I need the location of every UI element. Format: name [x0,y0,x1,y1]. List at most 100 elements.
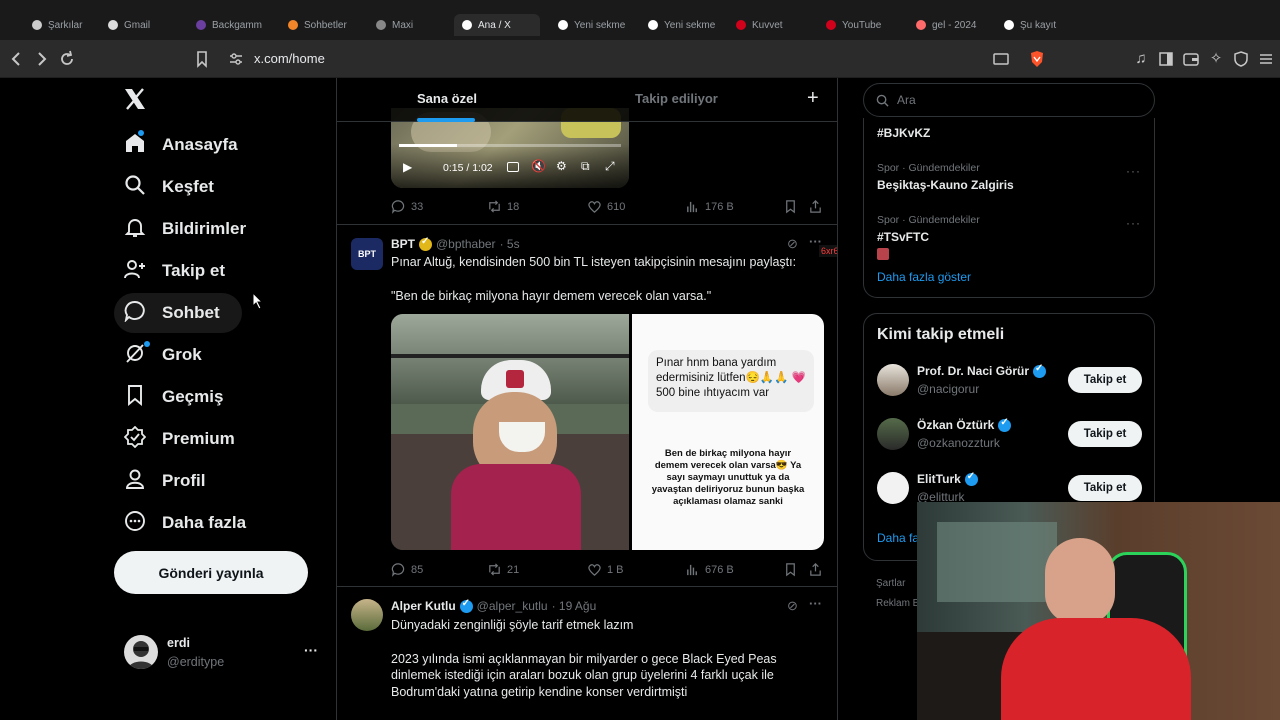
play-icon[interactable]: ▶ [403,160,412,174]
tweet-image[interactable]: Pınar hnm bana yardım edermisiniz lütfen… [632,314,824,550]
cast-icon[interactable] [991,49,1011,69]
tweet-author-handle[interactable]: @bpthaber [436,237,496,251]
bookmark-action[interactable] [783,562,798,577]
pip-icon[interactable]: ⧉ [581,159,590,174]
forward-icon[interactable] [31,49,51,69]
like-action[interactable]: 1 B [587,562,624,577]
reply-action[interactable]: 33 [391,199,423,214]
trend-name[interactable]: Beşiktaş-Kauno Zalgiris [877,178,1014,192]
address-bar[interactable]: x.com/home [254,51,325,66]
trend-more-icon[interactable]: ··· [1126,164,1141,178]
share-action[interactable] [808,199,823,214]
repost-icon [489,200,500,213]
nav-item-explore[interactable]: Keşfet [114,167,224,207]
follow-button[interactable]: Takip et [1068,367,1142,393]
browser-tab[interactable]: Backgamm [188,14,268,36]
leo-ai-icon[interactable]: ✧ [1206,49,1226,69]
tweet-more-icon[interactable]: ··· [809,596,822,611]
nav-item-grok[interactable]: Grok [114,335,212,375]
tweet-author-name[interactable]: BPT [391,237,415,251]
x-logo-icon[interactable] [122,86,148,112]
share-action[interactable] [808,562,823,577]
trend-name[interactable]: #BJKvKZ [877,126,930,140]
nav-item-bookmarks[interactable]: Geçmiş [114,377,233,417]
tab-for-you[interactable]: Sana özel [417,91,477,106]
tab-favicon-icon [196,20,206,30]
menu-icon[interactable] [1256,49,1276,69]
bookmark-page-icon[interactable] [192,49,212,69]
avatar[interactable] [877,418,909,450]
nav-item-more[interactable]: Daha fazla [114,503,256,543]
repost-action[interactable]: 21 [487,562,519,577]
user-name[interactable]: Prof. Dr. Naci Görür [917,364,1029,378]
reload-icon[interactable] [57,49,77,69]
vpn-icon[interactable] [1231,49,1251,69]
site-settings-icon[interactable] [226,49,246,69]
browser-tab-active[interactable]: Ana / X [454,14,540,36]
user-name[interactable]: Özkan Öztürk [917,418,994,432]
nav-item-premium[interactable]: Premium [114,419,245,459]
browser-tab[interactable]: YouTube [818,14,898,36]
music-icon[interactable]: ♫ [1131,49,1151,69]
follow-button[interactable]: Takip et [1068,421,1142,447]
fullscreen-icon[interactable]: ⤢ [605,159,615,174]
account-switcher[interactable]: erdi @erditype ··· [114,630,326,676]
bookmark-action[interactable] [783,199,798,214]
avatar[interactable] [877,364,909,396]
tweet-image[interactable] [391,314,629,550]
follow-button[interactable]: Takip et [1068,475,1142,501]
account-menu-icon[interactable]: ··· [304,642,318,658]
tweet-author-handle[interactable]: @alper_kutlu [477,599,548,613]
captions-icon[interactable] [507,162,519,172]
image-dress [451,464,581,550]
footer-link[interactable]: Reklam Bi [876,598,922,609]
grok-explain-icon[interactable]: ⊘ [787,236,798,252]
browser-tab[interactable]: Şarkılar [24,14,96,36]
browser-tab[interactable]: Gmail [100,14,172,36]
repost-action[interactable]: 18 [487,199,519,214]
browser-tab[interactable]: Şu kayıt [996,14,1076,36]
footer-link[interactable]: Şartlar [876,578,905,589]
tweet-time[interactable]: · 5s [500,237,520,251]
nav-item-profile[interactable]: Profil [114,461,215,501]
repost-icon [489,563,500,576]
show-more-link[interactable]: Daha fazla göster [877,270,971,284]
add-feed-icon[interactable]: + [807,87,819,110]
tweet-time[interactable]: · 19 Ağu [552,599,597,613]
reply-action[interactable]: 85 [391,562,423,577]
browser-tab[interactable]: Yeni sekme [640,14,720,36]
avatar[interactable]: BPT [351,238,383,270]
browser-tab[interactable]: Yeni sekme [550,14,634,36]
settings-icon[interactable]: ⚙ [556,159,567,173]
back-icon[interactable] [7,49,27,69]
mute-icon[interactable]: 🔇 [531,159,546,173]
trend-more-icon[interactable]: ··· [1126,216,1141,230]
sidebar-toggle-icon[interactable] [1156,49,1176,69]
tab-following[interactable]: Takip ediliyor [635,91,718,106]
avatar[interactable] [351,599,383,631]
user-name[interactable]: ElitTurk [917,472,961,486]
browser-tab[interactable]: Maxi [368,14,440,36]
video-progress[interactable] [399,144,621,147]
grok-explain-icon[interactable]: ⊘ [787,598,798,614]
browser-tab[interactable]: Kuvvet [728,14,810,36]
tab-favicon-icon [288,20,298,30]
image-window-bar [391,354,629,358]
nav-item-home[interactable]: Anasayfa [114,125,248,165]
tweet-author-name[interactable]: Alper Kutlu [391,599,456,613]
show-more-link[interactable]: Daha fa [877,531,919,545]
views-action[interactable]: 176 B [685,199,734,214]
trend-name[interactable]: #TSvFTC [877,230,929,244]
nav-item-notifications[interactable]: Bildirimler [114,209,256,249]
post-button[interactable]: Gönderi yayınla [114,551,308,594]
like-action[interactable]: 610 [587,199,625,214]
views-action[interactable]: 676 B [685,562,734,577]
search-input[interactable]: Ara [863,83,1155,117]
brave-shield-icon[interactable] [1027,49,1047,69]
wallet-icon[interactable] [1181,49,1201,69]
avatar[interactable] [877,472,909,504]
browser-tab[interactable]: gel - 2024 [908,14,988,36]
browser-tab[interactable]: Sohbetler [280,14,362,36]
nav-item-chat[interactable]: Sohbet [114,293,242,333]
nav-item-follow[interactable]: Takip et [114,251,235,291]
